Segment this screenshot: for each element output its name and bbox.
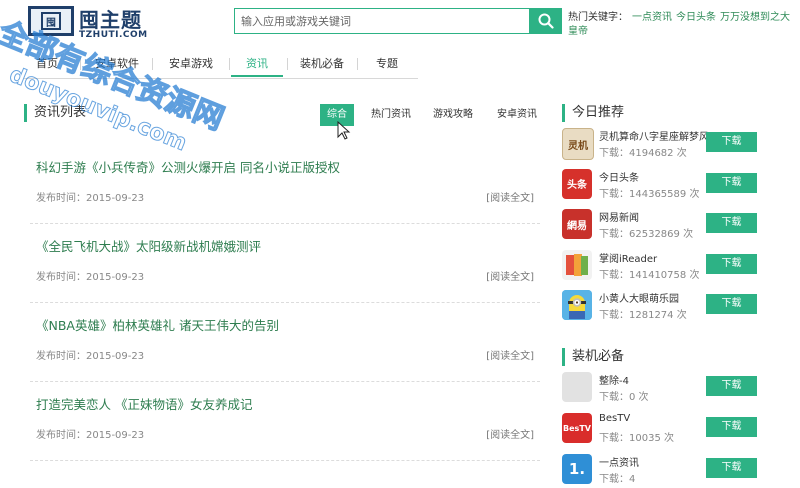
news-item-date: 发布时间：2015-09-23 (36, 189, 144, 204)
download-button[interactable]: 下载 (706, 376, 757, 396)
date-value: 2015-09-23 (86, 272, 145, 283)
nav-item-home[interactable]: 首页 (24, 50, 70, 77)
nav-divider (152, 58, 153, 70)
download-button[interactable]: 下载 (706, 417, 757, 437)
app-item: 1. 一点资讯下载：4 下载 (562, 454, 762, 488)
app-download-count: 下载：141410758 次 (599, 269, 700, 281)
download-button[interactable]: 下载 (706, 132, 757, 152)
main-nav: 首页 安卓软件 安卓游戏 资讯 装机必备 专题 (24, 50, 418, 79)
app-item: BesTV BesTV 下载：10035 次 下载 (562, 413, 762, 447)
nav-item-must-have[interactable]: 装机必备 (289, 50, 355, 77)
site-logo[interactable]: 囤 囤主题 TZHUTI.COM (28, 6, 168, 44)
news-item-title[interactable]: 科幻手游《小兵传奇》公测火爆开启 同名小说正版授权 (36, 157, 340, 176)
read-more-link[interactable]: [阅读全文] (486, 426, 534, 441)
nav-item-news[interactable]: 资讯 (231, 50, 283, 77)
search-icon (538, 13, 554, 29)
read-more-link[interactable]: [阅读全文] (486, 347, 534, 362)
app-item: 整除-4 下载：0 次 下载 (562, 372, 762, 406)
hot-keyword-link[interactable]: 一点资讯 (632, 12, 672, 23)
app-name[interactable]: 灵机算命八字星座解梦风 (599, 128, 709, 143)
hot-keywords-label: 热门关键字： (568, 12, 628, 23)
app-download-count: 下载：4194682 次 (599, 148, 687, 159)
search-input[interactable] (235, 9, 529, 33)
app-download-count: 下载：4 (599, 474, 636, 485)
date-value: 2015-09-23 (86, 430, 145, 441)
nav-item-android-games[interactable]: 安卓游戏 (154, 50, 228, 77)
date-label: 发布时间： (36, 430, 86, 441)
date-label: 发布时间： (36, 272, 86, 283)
app-name[interactable]: 整除-4 (599, 372, 709, 387)
minion-icon[interactable] (562, 290, 592, 320)
mouse-cursor-icon (337, 121, 351, 140)
netease-icon[interactable]: 網易 (562, 209, 592, 239)
app-item: 掌阅iReader 下载：141410758 次下载 (562, 249, 762, 284)
news-item-title[interactable]: 打造完美恋人 《正妹物语》女友养成记 (36, 394, 252, 413)
app-name[interactable]: 网易新闻 (599, 209, 709, 224)
download-button[interactable]: 下载 (706, 172, 757, 193)
ireader-icon[interactable] (562, 249, 592, 280)
app-name[interactable]: 一点资讯 (599, 454, 709, 469)
news-item: 《全民飞机大战》太阳级新战机嫦娥测评 发布时间：2015-09-23 [阅读全文… (30, 224, 540, 303)
hot-keywords: 热门关键字： 一点资讯 今日头条 万万没想到之大皇帝 (568, 11, 790, 39)
read-more-link[interactable]: [阅读全文] (486, 268, 534, 283)
nav-item-topics[interactable]: 专题 (359, 50, 415, 77)
must-have-title: 装机必备 (562, 348, 772, 366)
date-value: 2015-09-23 (86, 351, 145, 362)
logo-glyph: 囤 (41, 12, 61, 30)
app-item: 头条 今日头条下载：144365589 次下载 (562, 168, 762, 203)
placeholder-app-icon[interactable] (562, 372, 592, 402)
news-list-title: 资讯列表 (24, 104, 86, 122)
app-name[interactable]: 掌阅iReader (599, 250, 709, 265)
lingji-icon[interactable]: 灵机 (562, 128, 594, 160)
yidian-icon[interactable]: 1. (562, 454, 592, 484)
app-name[interactable]: 小黄人大眼萌乐园 (599, 290, 709, 305)
news-item: 打造完美恋人 《正妹物语》女友养成记 发布时间：2015-09-23 [阅读全文… (30, 382, 540, 461)
download-button[interactable]: 下载 (706, 294, 757, 314)
news-item-date: 发布时间：2015-09-23 (36, 426, 144, 441)
news-item-date: 发布时间：2015-09-23 (36, 268, 144, 283)
download-button[interactable]: 下载 (706, 213, 757, 233)
app-item: 小黄人大眼萌乐园下载：1281274 次 下载 (562, 290, 762, 324)
logo-domain: TZHUTI.COM (79, 30, 148, 40)
search-box (234, 8, 562, 34)
date-label: 发布时间： (36, 351, 86, 362)
bestv-icon[interactable]: BesTV (562, 413, 592, 443)
hot-keyword-link[interactable]: 今日头条 (676, 12, 716, 23)
app-download-count: 下载：10035 次 (599, 433, 674, 444)
app-download-count: 下载：1281274 次 (599, 310, 687, 321)
nav-divider (229, 58, 230, 70)
app-item: 網易 网易新闻下载：62532869 次 下载 (562, 209, 762, 243)
logo-mark: 囤 (28, 6, 74, 36)
app-download-count: 下载：62532869 次 (599, 229, 694, 240)
app-item: 灵机 灵机算命八字星座解梦风下载：4194682 次 下载 (562, 128, 762, 162)
app-download-count: 下载：144365589 次 (599, 188, 700, 200)
read-more-link[interactable]: [阅读全文] (486, 189, 534, 204)
app-name[interactable]: 今日头条 (599, 169, 709, 184)
filter-tab-game-guides[interactable]: 游戏攻略 (425, 104, 481, 126)
date-value: 2015-09-23 (86, 193, 145, 204)
filter-tab-hot-news[interactable]: 热门资讯 (363, 104, 419, 126)
news-item-date: 发布时间：2015-09-23 (36, 347, 144, 362)
nav-item-android-software[interactable]: 安卓软件 (82, 50, 152, 77)
site-header: 囤 囤主题 TZHUTI.COM 热门关键字：一点资讯今日头条万万没想到之大皇帝 (0, 0, 800, 50)
toutiao-icon[interactable]: 头条 (562, 168, 592, 199)
search-button[interactable] (529, 8, 562, 34)
app-download-count: 下载：0 次 (599, 392, 649, 403)
news-item: 科幻手游《小兵传奇》公测火爆开启 同名小说正版授权 发布时间：2015-09-2… (30, 145, 540, 224)
download-button[interactable]: 下载 (706, 253, 757, 274)
news-item: 《NBA英雄》柏林英雄礼 诸天王伟大的告别 发布时间：2015-09-23 [阅… (30, 303, 540, 382)
filter-tab-android-news[interactable]: 安卓资讯 (489, 104, 545, 126)
news-item-title[interactable]: 《全民飞机大战》太阳级新战机嫦娥测评 (36, 236, 261, 255)
logo-text: 囤主题 (79, 8, 142, 32)
nav-divider (80, 58, 81, 70)
nav-divider (357, 58, 358, 70)
nav-divider (287, 58, 288, 70)
date-label: 发布时间： (36, 193, 86, 204)
today-recommend-title: 今日推荐 (562, 104, 772, 122)
news-list-header: 资讯列表 综合 热门资讯 游戏攻略 安卓资讯 (24, 104, 544, 126)
download-button[interactable]: 下载 (706, 458, 757, 478)
news-item-title[interactable]: 《NBA英雄》柏林英雄礼 诸天王伟大的告别 (36, 315, 279, 334)
app-name[interactable]: BesTV (599, 413, 709, 424)
